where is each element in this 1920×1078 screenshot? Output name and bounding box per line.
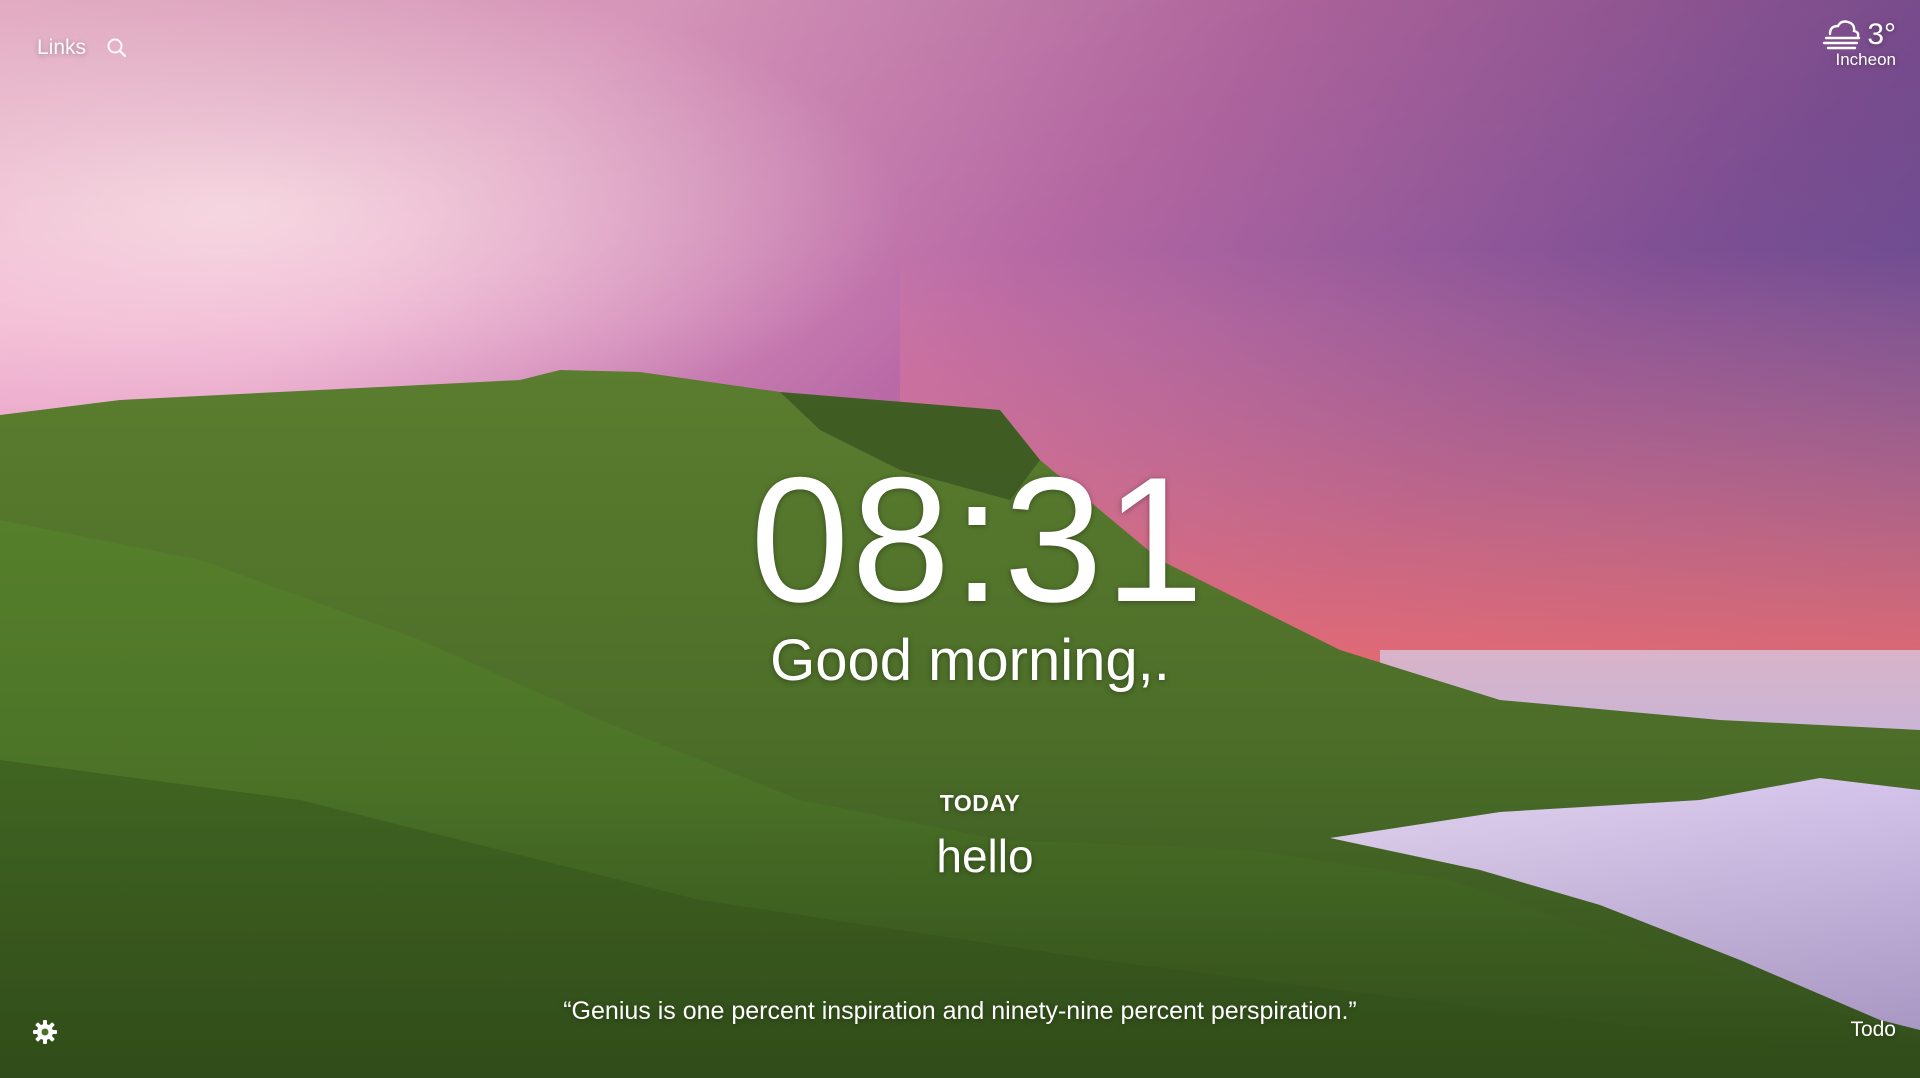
temperature: 3° (1867, 18, 1896, 51)
daily-quote[interactable]: “Genius is one percent inspiration and n… (560, 993, 1360, 1029)
weather-widget[interactable]: 3° Incheon (1821, 18, 1896, 70)
clock-time: 08:31 (750, 440, 1206, 639)
search-icon[interactable] (106, 37, 128, 59)
focus-label: TODAY (939, 790, 1021, 816)
focus-text[interactable]: hello (0, 828, 1920, 884)
todo-button[interactable]: Todo (1850, 1018, 1896, 1042)
gear-icon[interactable] (32, 1019, 58, 1045)
weather-row: 3° (1821, 18, 1896, 52)
greeting-text[interactable]: Good morning,. (0, 626, 1920, 696)
weather-location: Incheon (1835, 50, 1897, 69)
links-button[interactable]: Links (37, 36, 86, 60)
new-tab-dashboard: Links 3° Incheon 08:31 Good morning,. TO… (0, 0, 1920, 1078)
top-left-bar: Links (37, 36, 128, 60)
fog-cloud-icon (1821, 18, 1863, 52)
